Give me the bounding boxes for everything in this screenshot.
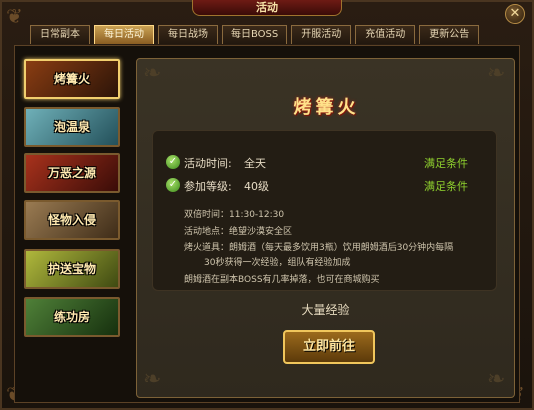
check-icon: ✓ [166, 178, 180, 192]
sidebar-item-bonfire[interactable]: 烤篝火 [24, 59, 120, 99]
activity-title: 烤篝火 [293, 97, 360, 118]
reward-text: 大量经验 [301, 303, 350, 317]
detail-item-cont: 30秒获得一次经验，组队有经验加成 [204, 258, 351, 268]
condition-row-time: ✓ 活动时间: 全天 [166, 154, 466, 172]
window-title: 活动 [192, 0, 342, 16]
close-icon: ✕ [509, 6, 521, 21]
condition-status: 满足条件 [424, 157, 468, 170]
tab-daily-boss[interactable]: 每日BOSS [222, 25, 288, 44]
tab-recharge[interactable]: 充值活动 [355, 25, 416, 44]
detail-item: 烤火道具：朗姆酒（每天最多饮用3瓶）饮用朗姆酒后30分钟内每隔 [184, 243, 454, 253]
tab-server-launch[interactable]: 开服活动 [291, 25, 352, 44]
sidebar-item-hot-spring[interactable]: 泡温泉 [24, 107, 120, 147]
detail-double-time: 双倍时间：11:30-12:30 [184, 210, 285, 220]
condition-value: 全天 [244, 157, 266, 170]
panel-ornament-icon: ❧ [143, 367, 162, 392]
condition-label: 活动时间: [184, 157, 232, 170]
condition-value: 40级 [244, 180, 269, 193]
tab-daily-activity[interactable]: 每日活动 [94, 25, 154, 44]
sidebar-item-monster-invasion[interactable]: 怪物入侵 [24, 200, 120, 240]
go-now-button[interactable]: 立即前往 [283, 330, 375, 364]
panel-ornament-icon: ❧ [487, 61, 506, 86]
corner-ornament-icon: ❦ [6, 4, 23, 28]
detail-location: 活动地点：绝望沙漠安全区 [184, 227, 293, 237]
condition-row-level: ✓ 参加等级: 40级 [166, 177, 466, 195]
tab-update-notice[interactable]: 更新公告 [419, 25, 480, 44]
panel-ornament-icon: ❧ [143, 61, 162, 86]
tab-daily-dungeon[interactable]: 日常副本 [30, 25, 90, 44]
detail-source: 朗姆酒在副本BOSS有几率掉落，也可在商城购买 [184, 275, 380, 285]
sidebar-item-source-of-evil[interactable]: 万恶之源 [24, 153, 120, 193]
condition-label: 参加等级: [184, 180, 232, 193]
close-button[interactable]: ✕ [505, 4, 525, 24]
panel-ornament-icon: ❧ [487, 367, 506, 392]
tab-bar: 日常副本 每日活动 每日战场 每日BOSS 开服活动 充值活动 更新公告 [30, 25, 480, 45]
sidebar-item-training-room[interactable]: 练功房 [24, 297, 120, 337]
sidebar-item-escort-treasure[interactable]: 护送宝物 [24, 249, 120, 289]
condition-status: 满足条件 [424, 180, 468, 193]
tab-daily-battlefield[interactable]: 每日战场 [158, 25, 218, 44]
check-icon: ✓ [166, 155, 180, 169]
